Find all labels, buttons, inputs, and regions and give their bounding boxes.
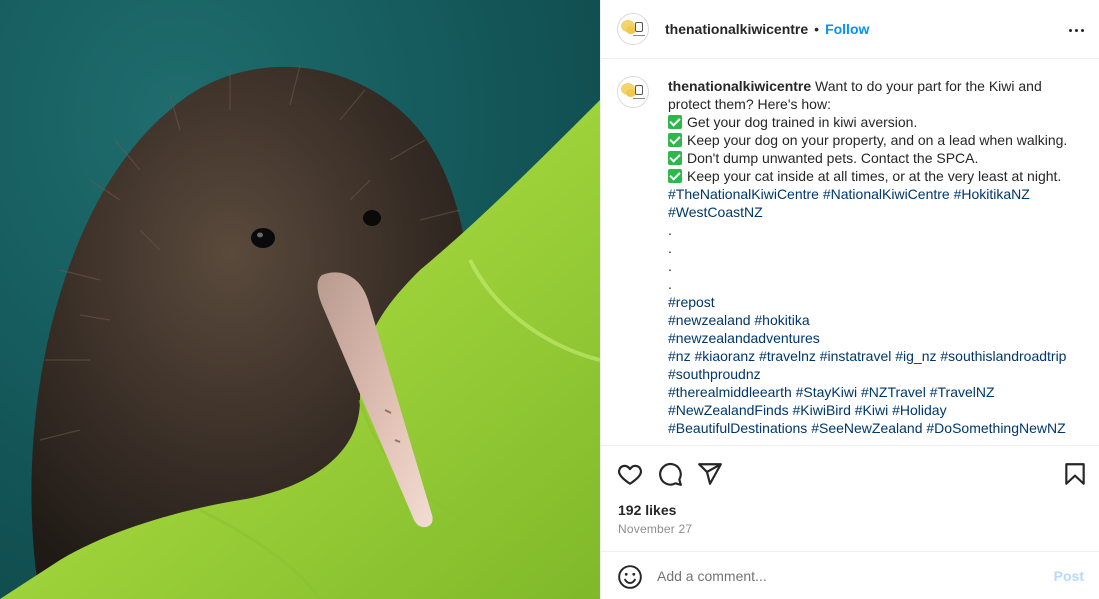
follow-button[interactable]: Follow xyxy=(825,21,869,37)
more-dot xyxy=(1068,28,1072,32)
post-actions-bar xyxy=(601,445,1099,499)
checklist-item: Keep your cat inside at all times, or at… xyxy=(668,167,1078,185)
hashtag-line[interactable]: #newzealand #hokitika xyxy=(668,311,1078,329)
post-comment-button[interactable]: Post xyxy=(1054,568,1084,584)
checklist-item: Keep your dog on your property, and on a… xyxy=(668,131,1078,149)
checklist-text: Get your dog trained in kiwi aversion. xyxy=(687,114,918,130)
post-date: November 27 xyxy=(618,522,693,536)
post-caption: thenationalkiwicentre Want to do your pa… xyxy=(668,77,1078,437)
more-dot xyxy=(1080,28,1084,32)
caption-scroll-area[interactable]: thenationalkiwicentre Want to do your pa… xyxy=(601,60,1099,445)
hashtag-line[interactable]: #BeautifulDestinations #SeeNewZealand #D… xyxy=(668,419,1078,437)
checklist-text: Don't dump unwanted pets. Contact the SP… xyxy=(687,150,979,166)
bookmark-icon[interactable] xyxy=(1062,461,1088,487)
checklist-text: Keep your dog on your property, and on a… xyxy=(687,132,1068,148)
comment-bar: Post xyxy=(601,551,1099,599)
hashtag-line[interactable]: #repost xyxy=(668,293,1078,311)
check-mark-icon xyxy=(668,133,682,147)
logo-mark xyxy=(635,85,643,95)
post-header: thenationalkiwicentre • Follow xyxy=(601,0,1099,59)
hashtag-line[interactable]: #newzealandadventures xyxy=(668,329,1078,347)
check-mark-icon xyxy=(668,151,682,165)
more-options-icon[interactable] xyxy=(1064,18,1088,42)
check-mark-icon xyxy=(668,115,682,129)
hashtag-line[interactable]: #therealmiddleearth #StayKiwi #NZTravel … xyxy=(668,383,1078,401)
caption-dot: . xyxy=(668,258,672,274)
more-dot xyxy=(1074,28,1078,32)
caption-dot: . xyxy=(668,240,672,256)
post-author-username[interactable]: thenationalkiwicentre xyxy=(665,21,808,37)
hashtag-line[interactable]: #TheNationalKiwiCentre #NationalKiwiCent… xyxy=(668,185,1078,221)
logo-underline xyxy=(633,35,645,36)
hashtag-line[interactable]: #nz #kiaoranz #travelnz #instatravel #ig… xyxy=(668,347,1078,383)
heart-icon[interactable] xyxy=(617,461,643,487)
checklist-text: Keep your cat inside at all times, or at… xyxy=(687,168,1062,184)
caption-dot: . xyxy=(668,276,672,292)
post-details-pane: thenationalkiwicentre • Follow thenation… xyxy=(600,0,1099,599)
caption-dot: . xyxy=(668,222,672,238)
logo-mark xyxy=(635,22,643,32)
check-mark-icon xyxy=(668,169,682,183)
comment-input[interactable] xyxy=(657,564,1037,588)
kiwi-bird-illustration xyxy=(0,64,600,599)
hashtag-line[interactable]: #NewZealandFinds #KiwiBird #Kiwi #Holida… xyxy=(668,401,1078,419)
smiley-icon[interactable] xyxy=(617,564,643,590)
header-separator: • xyxy=(814,21,820,37)
caption-username[interactable]: thenationalkiwicentre xyxy=(668,78,811,94)
post-photo[interactable] xyxy=(0,0,600,599)
comment-bubble-icon[interactable] xyxy=(657,461,683,487)
logo-underline xyxy=(633,98,645,99)
checklist-item: Don't dump unwanted pets. Contact the SP… xyxy=(668,149,1078,167)
paper-plane-icon[interactable] xyxy=(697,461,723,487)
checklist-item: Get your dog trained in kiwi aversion. xyxy=(668,113,1078,131)
caption-avatar[interactable] xyxy=(617,76,649,108)
avatar[interactable] xyxy=(617,13,649,45)
likes-count[interactable]: 192 likes xyxy=(618,502,676,518)
